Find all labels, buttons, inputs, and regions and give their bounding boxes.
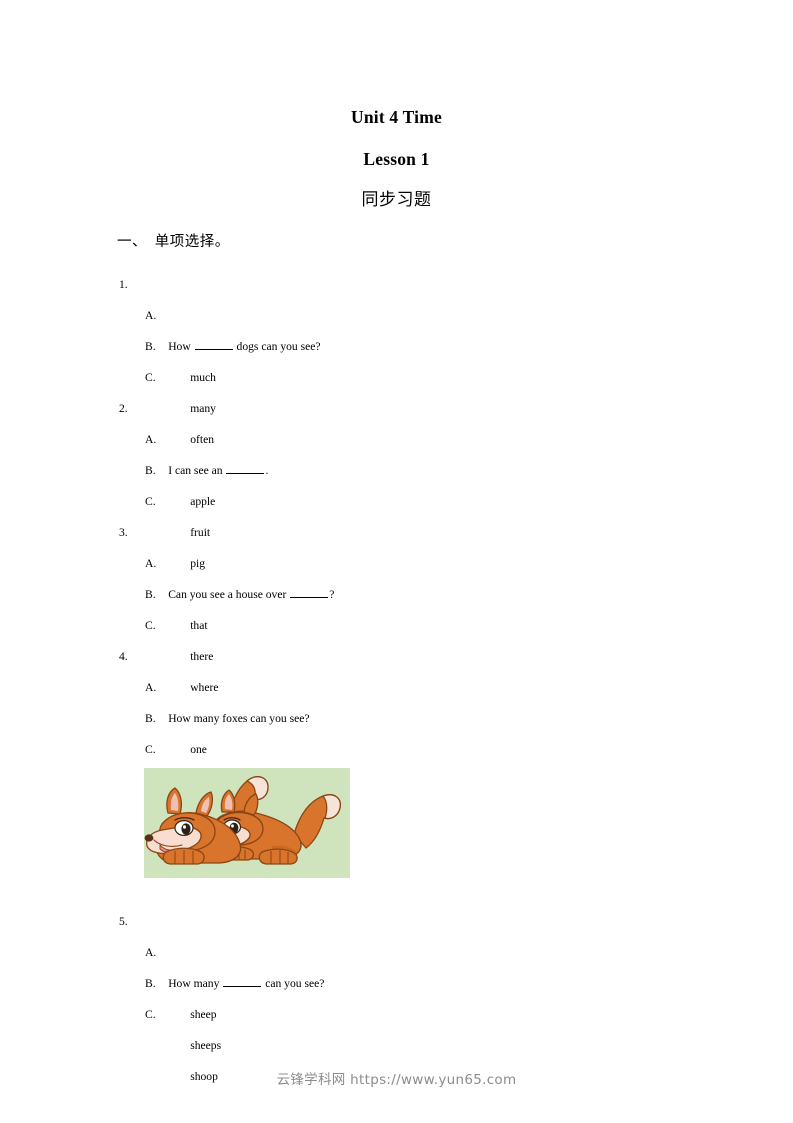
question-item: 3. Can you see a house over ? A. that B.…: [0, 517, 793, 694]
option-row[interactable]: C. often: [0, 362, 793, 446]
question-number: 4.: [119, 650, 128, 663]
option-letter: B.: [145, 712, 156, 725]
option-letter: A.: [145, 946, 157, 959]
question-stem: 2. I can see an .: [0, 393, 793, 477]
question-item: 4. How many foxes can you see? A. one B.…: [0, 641, 793, 818]
option-letter: B.: [145, 588, 156, 601]
question-stem: 5. How many can you see?: [0, 906, 793, 990]
question-stem: 1. How dogs can you see?: [0, 269, 793, 353]
question-number: 5.: [119, 915, 128, 928]
option-row[interactable]: B. there: [0, 579, 793, 663]
fox-illustration: [144, 768, 350, 878]
option-letter: A.: [145, 309, 157, 322]
option-letter: C.: [145, 495, 156, 508]
question-item: 5. How many can you see? A. sheep B. she…: [0, 906, 793, 1083]
footer-watermark: 云锋学科网 https://www.yun65.com: [276, 1072, 517, 1088]
title-block: Unit 4 Time Lesson 1 同步习题: [0, 104, 793, 213]
question-list: 1. How dogs can you see? A. much B. many…: [0, 269, 793, 1083]
option-row[interactable]: B. many: [0, 331, 793, 415]
option-letter: A.: [145, 557, 157, 570]
worksheet-page: Unit 4 Time Lesson 1 同步习题 一、 单项选择。 1. Ho…: [0, 0, 793, 1122]
option-row[interactable]: A. that: [0, 548, 793, 632]
option-row[interactable]: A. one: [0, 672, 793, 756]
option-letter: C.: [145, 1008, 156, 1021]
question-number: 2.: [119, 402, 128, 415]
option-row[interactable]: C. pig: [0, 486, 793, 570]
section-header-multiple-choice: 一、 单项选择。: [117, 234, 230, 250]
page-title-unit: Unit 4 Time: [350, 107, 442, 127]
option-row[interactable]: B. fruit: [0, 455, 793, 539]
option-row[interactable]: A. apple: [0, 424, 793, 508]
option-letter: C.: [145, 619, 156, 632]
question-item: 1. How dogs can you see? A. much B. many…: [0, 269, 793, 446]
question-item: 2. I can see an . A. apple B. fruit C. p…: [0, 393, 793, 570]
option-letter: C.: [145, 371, 156, 384]
option-letter: B.: [145, 464, 156, 477]
option-row[interactable]: C. where: [0, 610, 793, 694]
option-row[interactable]: B. sheeps: [0, 968, 793, 1052]
option-letter: C.: [145, 743, 156, 756]
option-letter: B.: [145, 977, 156, 990]
question-number: 3.: [119, 526, 128, 539]
option-label: sheeps: [190, 1039, 222, 1052]
option-letter: A.: [145, 681, 157, 694]
question-stem: 4. How many foxes can you see?: [0, 641, 793, 725]
option-row[interactable]: A. sheep: [0, 937, 793, 1021]
question-stem: 3. Can you see a house over ?: [0, 517, 793, 601]
option-row[interactable]: A. much: [0, 300, 793, 384]
option-row[interactable]: C. three: [0, 734, 793, 818]
page-title-subtitle: 同步习题: [361, 190, 432, 210]
option-row[interactable]: C. shoop: [0, 999, 793, 1083]
question-number: 1.: [119, 278, 128, 291]
page-title-lesson: Lesson 1: [363, 149, 430, 169]
option-letter: A.: [145, 433, 157, 446]
option-letter: B.: [145, 340, 156, 353]
option-row[interactable]: B. two: [0, 703, 793, 787]
